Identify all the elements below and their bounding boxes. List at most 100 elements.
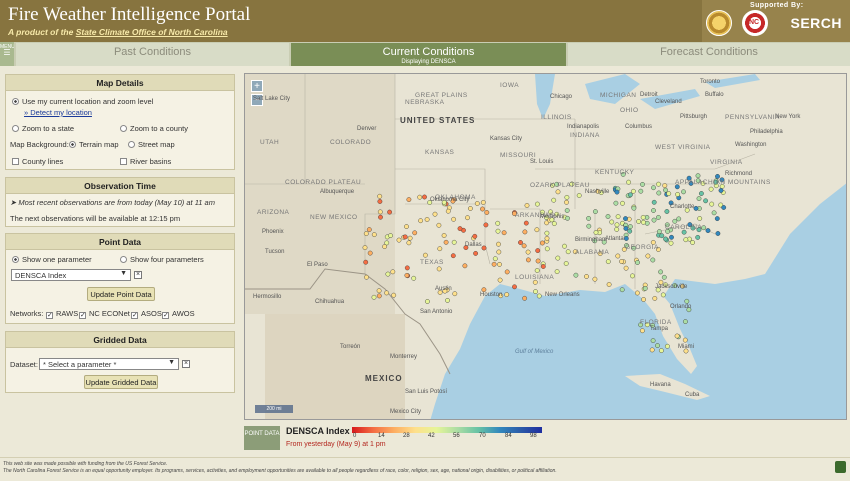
- station-marker[interactable]: [504, 269, 510, 275]
- station-marker[interactable]: [418, 218, 424, 224]
- station-marker[interactable]: [605, 214, 611, 219]
- station-marker[interactable]: [523, 220, 529, 226]
- station-marker[interactable]: [663, 187, 668, 193]
- station-marker[interactable]: [465, 215, 470, 221]
- station-marker[interactable]: [652, 295, 658, 301]
- station-marker[interactable]: [564, 208, 570, 213]
- station-marker[interactable]: [483, 222, 489, 228]
- terrain-map-option[interactable]: Terrain map: [69, 140, 119, 149]
- station-marker[interactable]: [424, 299, 430, 304]
- station-marker[interactable]: [504, 292, 510, 298]
- station-marker[interactable]: [662, 183, 668, 189]
- station-marker[interactable]: [658, 348, 664, 353]
- station-marker[interactable]: [592, 209, 598, 215]
- station-marker[interactable]: [364, 274, 369, 280]
- checkbox-checked[interactable]: ✓: [46, 312, 53, 319]
- station-marker[interactable]: [422, 194, 427, 200]
- station-marker[interactable]: [683, 237, 689, 243]
- station-marker[interactable]: [690, 240, 695, 245]
- station-marker[interactable]: [525, 249, 531, 255]
- zoom-county-option[interactable]: Zoom to a county: [120, 124, 188, 133]
- street-map-option[interactable]: Street map: [128, 140, 175, 149]
- station-marker[interactable]: [658, 269, 663, 275]
- station-marker[interactable]: [615, 214, 621, 220]
- station-marker[interactable]: [563, 261, 569, 266]
- station-marker[interactable]: [635, 260, 640, 265]
- station-marker[interactable]: [474, 201, 480, 206]
- station-marker[interactable]: [404, 224, 409, 230]
- station-marker[interactable]: [651, 199, 657, 205]
- checkbox-checked[interactable]: ✓: [131, 312, 138, 319]
- station-marker[interactable]: [367, 250, 373, 256]
- use-location-option[interactable]: Use my current location and zoom level: [12, 97, 153, 106]
- station-marker[interactable]: [619, 259, 624, 264]
- station-marker[interactable]: [705, 228, 711, 234]
- station-marker[interactable]: [540, 264, 546, 269]
- station-marker[interactable]: [655, 214, 661, 220]
- station-marker[interactable]: [573, 272, 579, 278]
- station-marker[interactable]: [606, 282, 612, 287]
- radio-icon[interactable]: [120, 125, 127, 132]
- station-marker[interactable]: [424, 217, 430, 222]
- station-marker[interactable]: [664, 209, 670, 214]
- station-marker[interactable]: [522, 295, 527, 301]
- station-marker[interactable]: [718, 188, 724, 193]
- station-marker[interactable]: [450, 253, 456, 259]
- station-marker[interactable]: [555, 189, 561, 195]
- station-marker[interactable]: [630, 273, 635, 279]
- station-marker[interactable]: [709, 201, 715, 207]
- station-marker[interactable]: [521, 243, 527, 249]
- station-marker[interactable]: [534, 201, 540, 207]
- station-marker[interactable]: [584, 274, 589, 279]
- station-marker[interactable]: [362, 245, 368, 251]
- station-marker[interactable]: [721, 205, 727, 210]
- station-marker[interactable]: [651, 208, 656, 213]
- station-marker[interactable]: [436, 266, 442, 272]
- checkbox[interactable]: [12, 158, 19, 165]
- radio-icon[interactable]: [69, 141, 76, 148]
- station-marker[interactable]: [492, 256, 498, 262]
- station-marker[interactable]: [445, 208, 451, 214]
- station-marker[interactable]: [623, 216, 628, 222]
- station-marker[interactable]: [496, 241, 501, 247]
- station-marker[interactable]: [615, 253, 621, 259]
- station-marker[interactable]: [491, 261, 497, 267]
- station-marker[interactable]: [565, 249, 571, 255]
- network-nc-econet[interactable]: ✓ NC ECONet: [79, 309, 130, 319]
- station-marker[interactable]: [467, 206, 473, 211]
- station-marker[interactable]: [473, 250, 479, 256]
- radio-icon[interactable]: [12, 256, 19, 263]
- update-gridded-data-button[interactable]: Update Gridded Data: [84, 375, 158, 389]
- station-marker[interactable]: [627, 224, 633, 230]
- update-point-data-button[interactable]: Update Point Data: [87, 287, 155, 301]
- station-marker[interactable]: [674, 333, 680, 339]
- station-marker[interactable]: [645, 253, 651, 259]
- station-marker[interactable]: [396, 237, 402, 243]
- tab-forecast-conditions[interactable]: Forecast Conditions: [568, 43, 850, 66]
- checkbox-checked[interactable]: ✓: [162, 312, 169, 319]
- station-marker[interactable]: [512, 284, 517, 290]
- station-marker[interactable]: [404, 265, 410, 271]
- station-marker[interactable]: [524, 203, 530, 208]
- station-marker[interactable]: [387, 209, 393, 215]
- station-marker[interactable]: [693, 205, 699, 211]
- station-marker[interactable]: [565, 215, 570, 221]
- station-marker[interactable]: [640, 214, 646, 220]
- station-marker[interactable]: [659, 233, 665, 239]
- station-marker[interactable]: [544, 230, 550, 236]
- station-marker[interactable]: [402, 234, 408, 240]
- station-marker[interactable]: [672, 218, 678, 224]
- clear-parameter-icon[interactable]: ×: [134, 271, 142, 279]
- station-marker[interactable]: [551, 197, 557, 203]
- station-marker[interactable]: [656, 181, 661, 187]
- radio-icon[interactable]: [12, 98, 19, 105]
- radio-icon[interactable]: [12, 125, 19, 132]
- station-marker[interactable]: [695, 173, 701, 179]
- show-four-parameters-option[interactable]: Show four parameters: [120, 255, 204, 264]
- detect-location-link[interactable]: » Detect my location: [24, 108, 92, 117]
- station-marker[interactable]: [651, 217, 657, 223]
- station-marker[interactable]: [411, 275, 417, 281]
- station-marker[interactable]: [655, 343, 660, 348]
- station-marker[interactable]: [640, 182, 645, 187]
- station-marker[interactable]: [378, 214, 383, 220]
